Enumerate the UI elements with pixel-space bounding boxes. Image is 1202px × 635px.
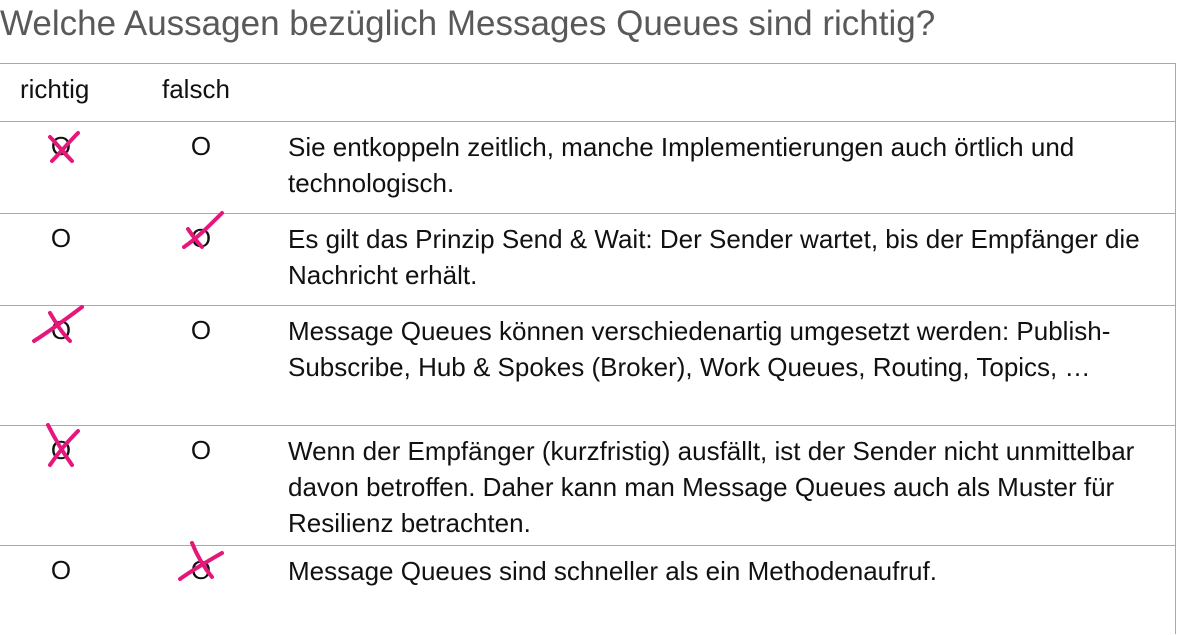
statement-text: Message Queues können verschiedenartig u… <box>288 316 1111 382</box>
option-falsch[interactable]: O <box>186 435 216 466</box>
statement-text: Wenn der Empfänger (kurzfristig) ausfäll… <box>288 436 1135 538</box>
option-falsch[interactable]: O <box>186 555 216 586</box>
table-row: O O Sie entkoppeln zeitlich, manche Impl… <box>0 121 1175 214</box>
option-falsch[interactable]: O <box>186 131 216 162</box>
option-richtig[interactable]: O <box>46 435 76 466</box>
statement-text: Es gilt das Prinzip Send & Wait: Der Sen… <box>288 224 1140 290</box>
option-richtig[interactable]: O <box>46 555 76 586</box>
question-title: Welche Aussagen bezüglich Messages Queue… <box>0 4 936 43</box>
table-row: O O Es gilt das Prinzip Send & Wait: Der… <box>0 211 1175 306</box>
column-header-richtig: richtig <box>20 74 90 104</box>
table-header: richtig falsch <box>0 64 1175 122</box>
table-row: O O Message Queues können verschiedenart… <box>0 305 1175 426</box>
statement-text: Message Queues sind schneller als ein Me… <box>288 556 937 586</box>
statement-text: Sie entkoppeln zeitlich, manche Implemen… <box>288 132 1075 198</box>
answer-table: richtig falsch O O Sie entkoppeln zeitli… <box>0 63 1176 634</box>
option-falsch[interactable]: O <box>186 223 216 254</box>
table-row: O O Wenn der Empfänger (kurzfristig) aus… <box>0 423 1175 546</box>
option-richtig[interactable]: O <box>46 131 76 162</box>
option-richtig[interactable]: O <box>46 315 76 346</box>
column-header-falsch: falsch <box>162 74 230 104</box>
option-richtig[interactable]: O <box>46 223 76 254</box>
table-row: O O Message Queues sind schneller als ei… <box>0 541 1175 635</box>
option-falsch[interactable]: O <box>186 315 216 346</box>
